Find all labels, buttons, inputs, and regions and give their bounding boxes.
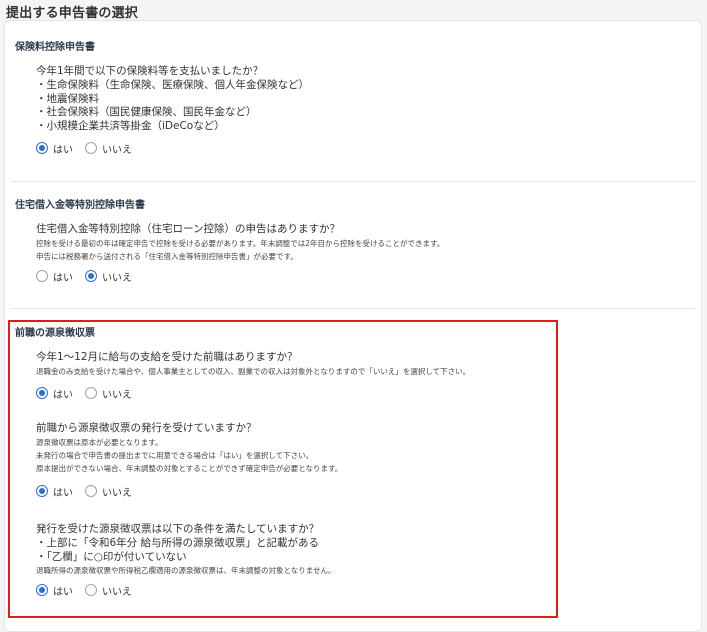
radio-option-no[interactable]: いいえ: [85, 583, 132, 598]
radio-group: はい いいえ: [36, 140, 309, 156]
question-line: ・小規模企業共済等掛金（iDeCoなど）: [36, 119, 225, 132]
question-note: 退職所得の源泉徴収票や所得税乙欄適用の源泉徴収票は、年末調整の対象となりません。: [36, 566, 336, 575]
question-housing-loan: 住宅借入金等特別控除（住宅ローン控除）の申告はありますか？ 控除を受ける最初の年…: [36, 222, 444, 284]
section-divider: [11, 308, 695, 309]
radio-option-no[interactable]: いいえ: [85, 269, 132, 284]
radio-label: はい: [53, 144, 73, 156]
radio-checked-icon[interactable]: [85, 270, 97, 282]
question-withholding-slip-conditions: 発行を受けた源泉徴収票は以下の条件を満たしていますか？ ・上部に「令和6年分 給…: [36, 522, 336, 598]
radio-label: いいえ: [102, 272, 132, 284]
radio-checked-icon[interactable]: [36, 387, 48, 399]
section-title-insurance: 保険料控除申告書: [15, 42, 95, 53]
radio-label: いいえ: [102, 487, 132, 499]
page-title: 提出する申告書の選択: [6, 6, 139, 21]
question-withholding-slip-issued: 前職から源泉徴収票の発行を受けていますか？ 源泉徴収票は原本が必要となります。 …: [36, 421, 342, 499]
question-insurance-paid: 今年1年間で以下の保険料等を支払いましたか？ ・生命保険料（生命保険、医療保険、…: [36, 64, 309, 156]
question-title: 住宅借入金等特別控除（住宅ローン控除）の申告はありますか？: [36, 223, 340, 235]
radio-unchecked-icon[interactable]: [85, 584, 97, 596]
radio-checked-icon[interactable]: [36, 584, 48, 596]
question-previous-job-salary: 今年1～12月に給与の支給を受けた前職はありますか？ 退職金のみ支給を受けた場合…: [36, 350, 470, 401]
radio-group: はい いいえ: [36, 483, 342, 499]
radio-label: はい: [53, 389, 73, 401]
radio-group: はい いいえ: [36, 385, 470, 401]
radio-unchecked-icon[interactable]: [85, 142, 97, 154]
declaration-selection-card: 保険料控除申告書 今年1年間で以下の保険料等を支払いましたか？ ・生命保険料（生…: [4, 20, 702, 632]
radio-group: はい いいえ: [36, 268, 444, 284]
question-note: 控除を受ける最初の年は確定申告で控除を受ける必要があります。年末調整では2年目か…: [36, 239, 445, 248]
section-title-housing-loan: 住宅借入金等特別控除申告書: [15, 200, 145, 211]
radio-label: はい: [53, 272, 73, 284]
radio-option-yes[interactable]: はい: [36, 141, 73, 156]
question-note: 源泉徴収票は原本が必要となります。: [36, 438, 163, 447]
section-title-previous-job: 前職の源泉徴収票: [15, 328, 95, 339]
question-line: ・「乙欄」に○印が付いていない: [36, 550, 187, 563]
radio-unchecked-icon[interactable]: [85, 485, 97, 497]
radio-label: いいえ: [102, 586, 132, 598]
question-line: ・上部に「令和6年分 給与所得の源泉徴収票」と記載がある: [36, 537, 320, 549]
radio-checked-icon[interactable]: [36, 485, 48, 497]
question-title: 前職から源泉徴収票の発行を受けていますか？: [36, 422, 257, 434]
question-note: 未発行の場合で申告書の提出までに用意できる場合は「はい」を選択して下さい。: [36, 451, 314, 460]
radio-unchecked-icon[interactable]: [36, 270, 48, 282]
question-note: 原本提出ができない場合、年末調整の対象とすることができず確定申告が必要となります…: [36, 464, 343, 473]
question-line: ・地震保険料: [36, 92, 99, 105]
section-divider: [11, 181, 695, 182]
question-line: ・社会保険料（国民健康保険、国民年金など）: [36, 106, 257, 118]
radio-option-yes[interactable]: はい: [36, 386, 73, 401]
radio-option-yes[interactable]: はい: [36, 269, 73, 284]
radio-option-yes[interactable]: はい: [36, 484, 73, 499]
radio-label: いいえ: [102, 144, 132, 156]
radio-option-no[interactable]: いいえ: [85, 141, 132, 156]
radio-option-yes[interactable]: はい: [36, 583, 73, 598]
radio-unchecked-icon[interactable]: [85, 387, 97, 399]
radio-label: はい: [53, 586, 73, 598]
question-note: 退職金のみ支給を受けた場合や、個人事業主としての収入、副業での収入は対象外となり…: [36, 367, 471, 376]
radio-group: はい いいえ: [36, 582, 336, 598]
question-title: 発行を受けた源泉徴収票は以下の条件を満たしていますか？: [36, 523, 320, 535]
radio-option-no[interactable]: いいえ: [85, 484, 132, 499]
radio-option-no[interactable]: いいえ: [85, 386, 132, 401]
radio-label: はい: [53, 487, 73, 499]
radio-checked-icon[interactable]: [36, 142, 48, 154]
radio-label: いいえ: [102, 389, 132, 401]
question-title: 今年1年間で以下の保険料等を支払いましたか？: [36, 65, 264, 77]
question-line: ・生命保険料（生命保険、医療保険、個人年金保険など）: [36, 79, 309, 91]
question-note: 申告には税務署から送付される「住宅借入金等特別控除申告書」が必要です。: [36, 252, 298, 261]
question-title: 今年1～12月に給与の支給を受けた前職はありますか？: [36, 351, 298, 363]
